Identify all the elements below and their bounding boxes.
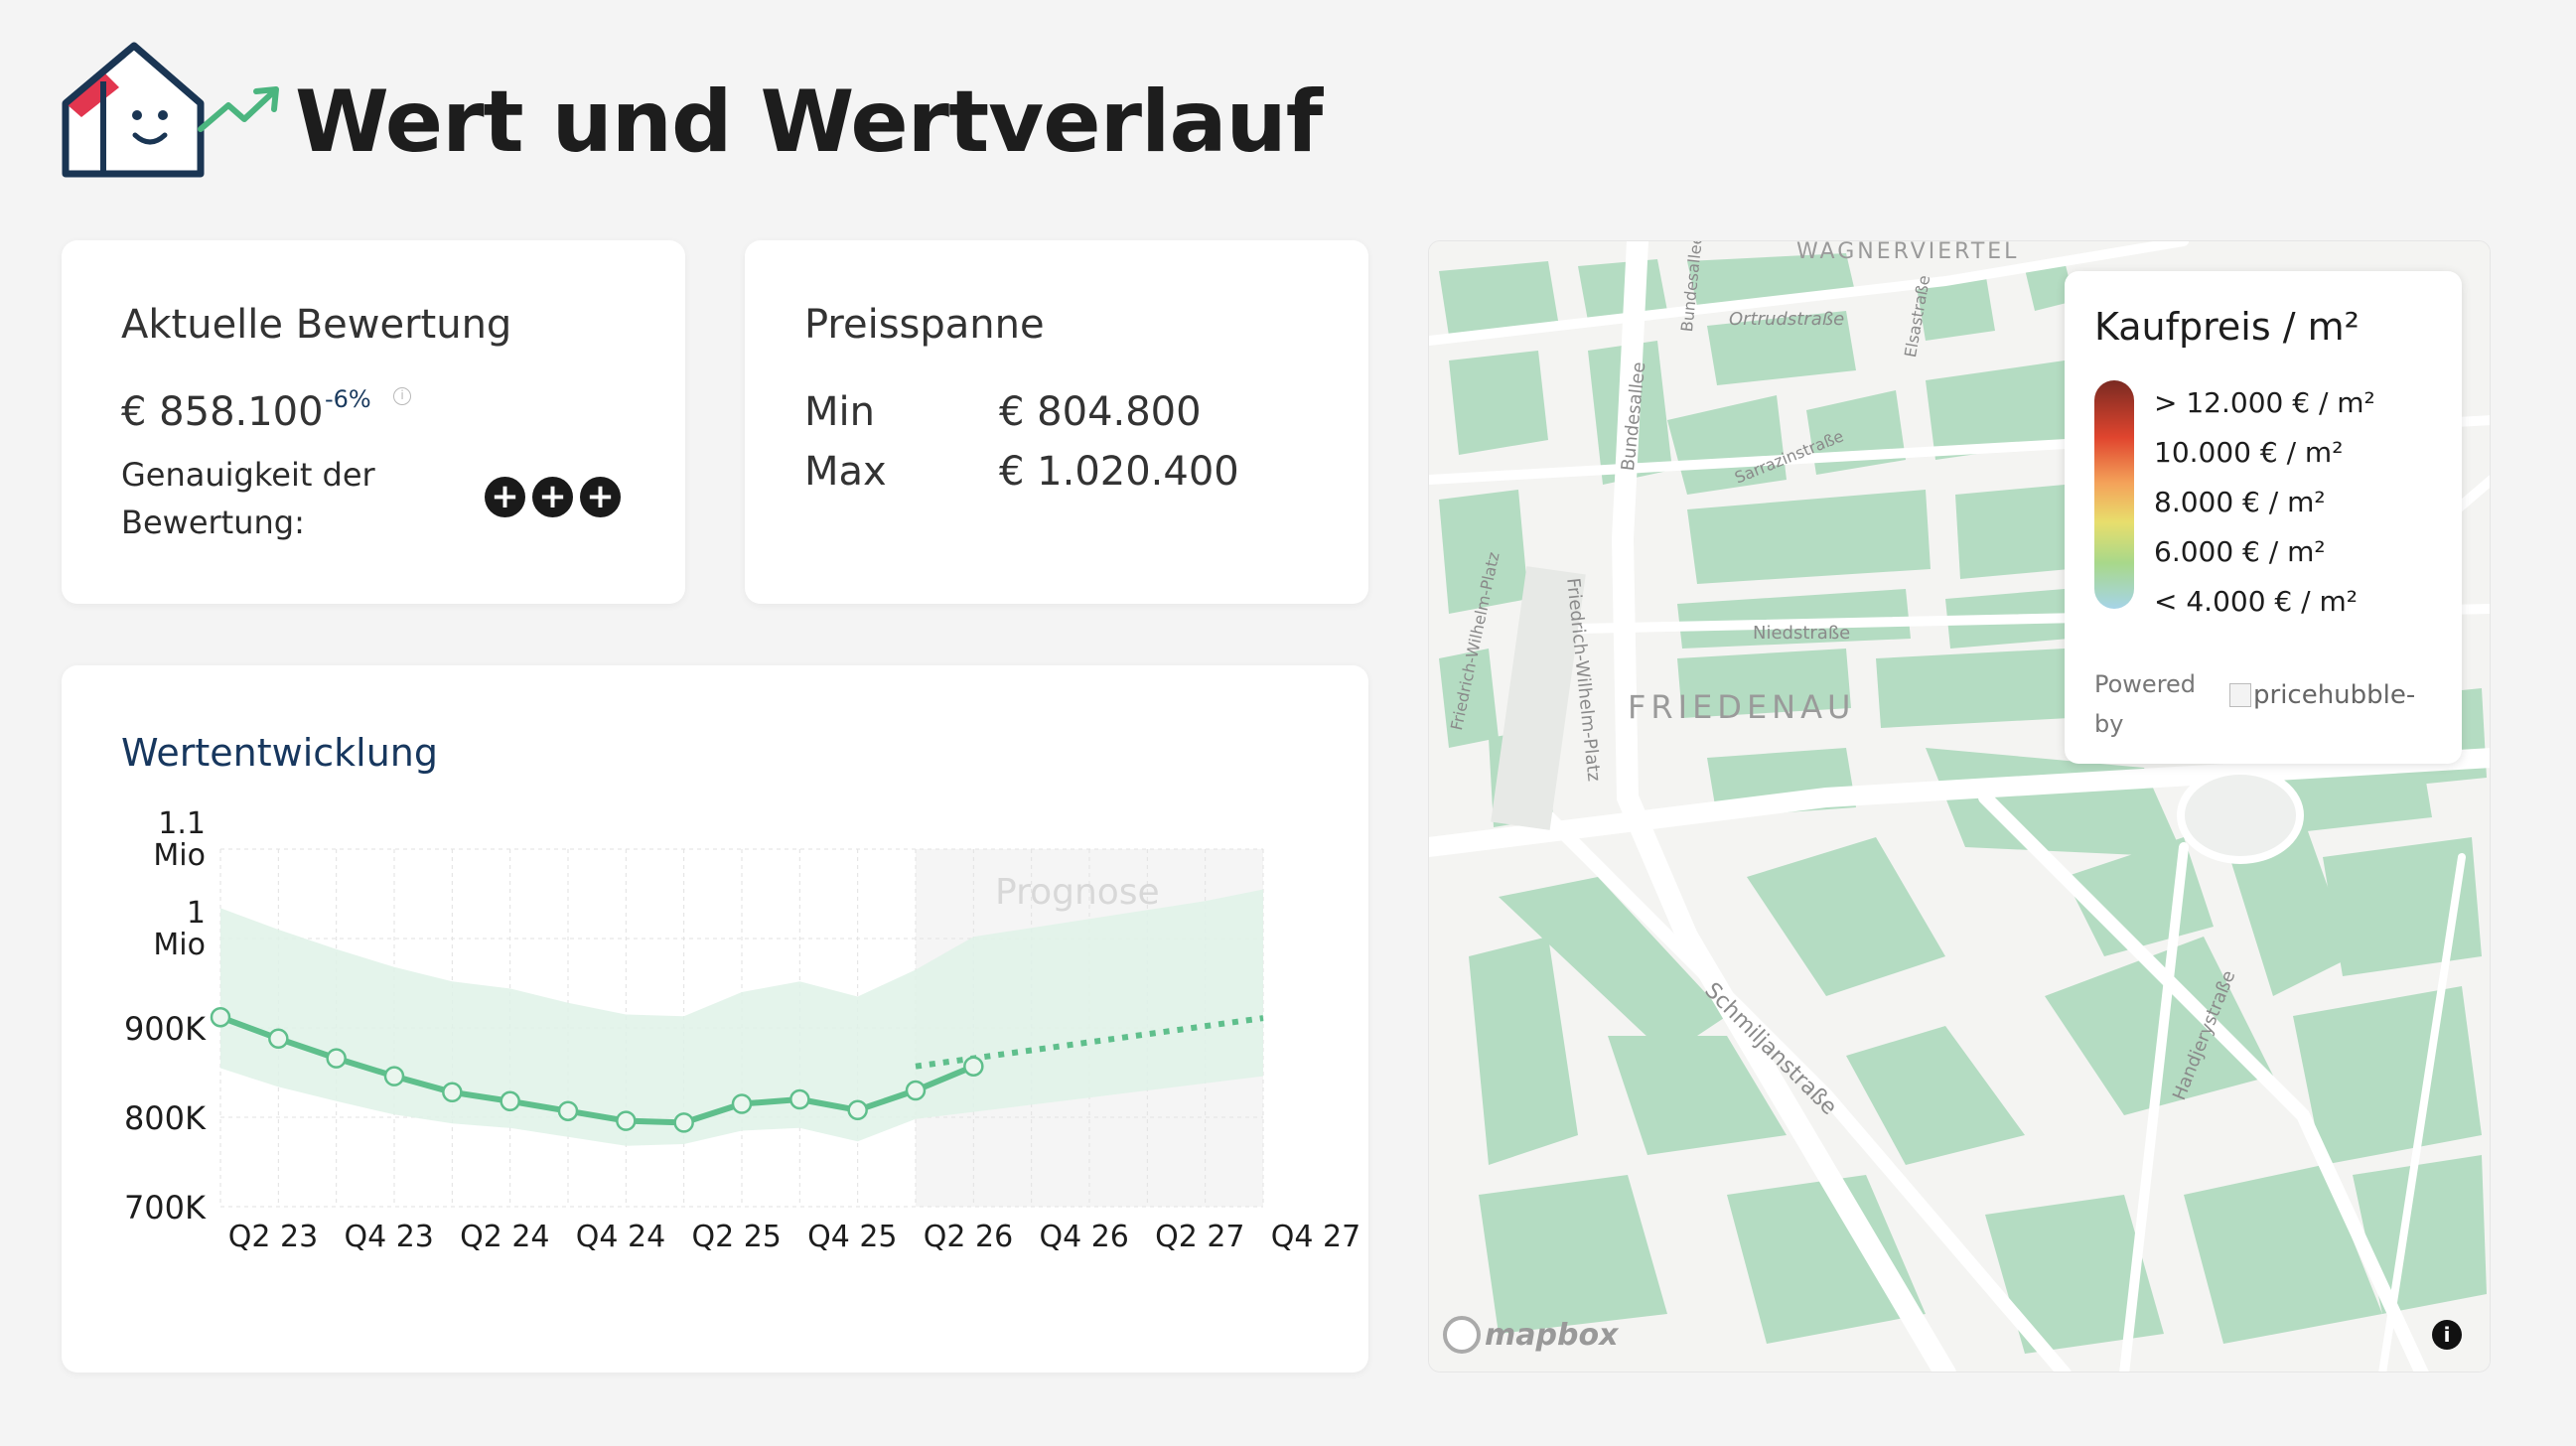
accuracy-indicator: + + + xyxy=(485,477,621,517)
range-min-label: Min xyxy=(804,389,875,435)
prognosis-label: Prognose xyxy=(995,872,1160,913)
mapbox-attribution[interactable]: mapbox xyxy=(1443,1316,1618,1354)
map-label-wagnerviertel: WAGNERVIERTEL xyxy=(1796,240,2020,264)
map-label-ortrudstrasse: Ortrudstraße xyxy=(1729,309,1845,330)
data-point xyxy=(557,1100,579,1121)
x-tick-label: Q4 25 xyxy=(807,1220,897,1254)
data-point xyxy=(789,1088,810,1110)
pricehubble-logo[interactable]: pricehubble- xyxy=(2229,680,2415,710)
accuracy-plus-icon: + xyxy=(532,477,573,517)
data-point xyxy=(210,1006,231,1028)
info-icon[interactable]: i xyxy=(393,387,411,405)
x-tick-label: Q4 26 xyxy=(1039,1220,1128,1254)
page-title: Wert und Wertverlauf xyxy=(295,72,1323,172)
y-tick-label: 1.1 Mio xyxy=(153,806,206,873)
x-tick-label: Q4 24 xyxy=(576,1220,665,1254)
value-chart: Prognose 700K 800K 900K 1 Mio 1.1 Mio Q2 23 Q4 23… xyxy=(124,806,1360,1254)
mapbox-label: mapbox xyxy=(1485,1317,1619,1353)
x-tick-label: Q4 23 xyxy=(344,1220,433,1254)
page: Wert und Wertverlauf Aktuelle Bewertung … xyxy=(0,0,2576,1446)
legend-item: 8.000 € / m² xyxy=(2154,486,2326,518)
mapbox-logo-icon xyxy=(1443,1316,1481,1354)
valuation-change-badge: -6% xyxy=(325,385,371,413)
legend-item: 6.000 € / m² xyxy=(2154,535,2326,568)
range-min-value: € 804.800 xyxy=(999,389,1202,435)
legend-item: > 12.000 € / m² xyxy=(2154,386,2375,419)
y-tick-label: 1 Mio xyxy=(153,896,206,962)
data-point xyxy=(268,1028,289,1050)
range-max-row: Max € 1.020.400 xyxy=(804,449,1239,495)
y-tick-label: 800K xyxy=(124,1099,207,1137)
map-info-icon[interactable]: i xyxy=(2432,1320,2462,1350)
accuracy-plus-icon: + xyxy=(485,477,525,517)
map-label-edge-street: allee xyxy=(1428,1036,1431,1080)
data-point xyxy=(500,1090,520,1112)
x-tick-label: Q2 23 xyxy=(228,1220,318,1254)
map-district-label: FRIEDENAU xyxy=(1628,688,1856,726)
range-min-row: Min € 804.800 xyxy=(804,389,1202,435)
x-tick-label: Q2 24 xyxy=(460,1220,549,1254)
data-point xyxy=(905,1080,927,1101)
legend-color-scale xyxy=(2094,380,2134,609)
map-legend: Kaufpreis / m² > 12.000 € / m² 10.000 € … xyxy=(2065,271,2462,764)
value-chart-card: Wertentwicklung Prognose 700K 800K 900K 1 Mio… xyxy=(62,665,1368,1373)
y-tick-label: 900K xyxy=(124,1010,207,1048)
map-label-niedstrasse: Niedstraße xyxy=(1753,623,1851,644)
header: Wert und Wertverlauf xyxy=(60,40,1323,184)
data-point xyxy=(442,1082,463,1103)
house-logo-icon xyxy=(62,42,279,178)
price-range-heading: Preisspanne xyxy=(804,302,1045,348)
data-point xyxy=(847,1099,868,1121)
data-point xyxy=(673,1112,694,1133)
valuation-price: € 858.100 xyxy=(121,389,324,435)
legend-item: 10.000 € / m² xyxy=(2154,436,2344,469)
data-point xyxy=(616,1110,637,1131)
range-max-value: € 1.020.400 xyxy=(999,449,1239,495)
x-tick-label: Q2 27 xyxy=(1155,1220,1244,1254)
range-max-label: Max xyxy=(804,449,887,495)
accuracy-plus-icon: + xyxy=(580,477,621,517)
data-point xyxy=(326,1048,347,1069)
pricehubble-alt-text: pricehubble- xyxy=(2253,680,2416,710)
data-point xyxy=(731,1093,753,1114)
x-tick-label: Q2 26 xyxy=(924,1220,1013,1254)
y-tick-label: 700K xyxy=(124,1189,207,1227)
broken-image-icon xyxy=(2229,683,2251,707)
price-range-card: Preisspanne Min € 804.800 Max € 1.020.40… xyxy=(745,240,1368,604)
price-map[interactable]: WAGNERVIERTEL Ortrudstraße Bundesallee E… xyxy=(1428,240,2491,1373)
valuation-card: Aktuelle Bewertung € 858.100 -6% i Genau… xyxy=(62,240,685,604)
valuation-heading: Aktuelle Bewertung xyxy=(121,302,512,348)
legend-powered-by: Powered by xyxy=(2094,670,2197,738)
data-point xyxy=(383,1066,405,1086)
legend-title: Kaufpreis / m² xyxy=(2094,305,2360,349)
x-tick-label: Q4 27 xyxy=(1271,1220,1360,1254)
legend-item: < 4.000 € / m² xyxy=(2154,585,2358,618)
data-point xyxy=(963,1056,984,1077)
x-tick-label: Q2 25 xyxy=(691,1220,781,1254)
accuracy-label: Genauigkeit der Bewertung: xyxy=(121,456,375,541)
